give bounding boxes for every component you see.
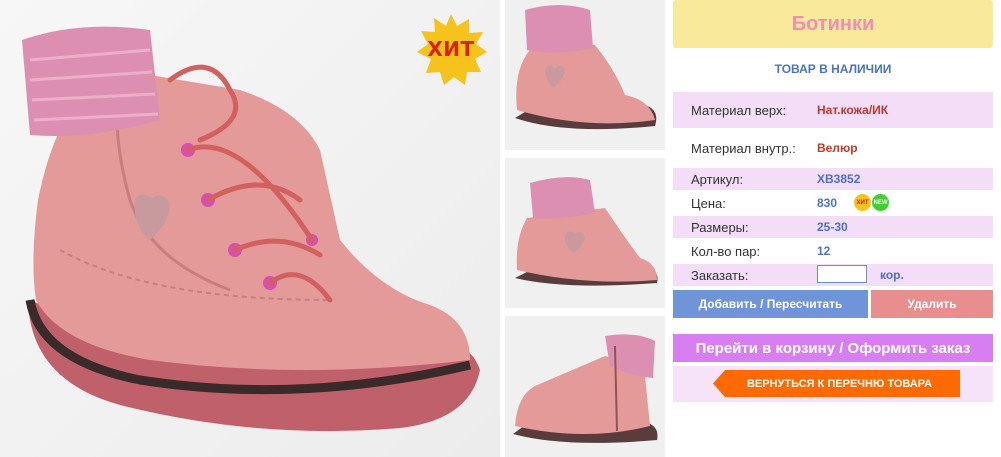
hit-badge-label: ХИТ [427, 37, 475, 61]
add-recalculate-button[interactable]: Добавить / Пересчитать [673, 290, 868, 318]
order-label: Заказать: [691, 268, 749, 283]
pairs-value: 12 [817, 244, 831, 258]
new-mini-badge: NEW [872, 194, 889, 211]
hit-mini-badge: ХИТ [854, 194, 871, 211]
material-top-value: Нат.кожа/ИК [817, 103, 889, 117]
material-top-label: Материал верх: [691, 103, 787, 118]
delete-button[interactable]: Удалить [871, 290, 993, 318]
hit-badge: ХИТ [414, 12, 488, 86]
article-row: Артикул: ХВ3852 [673, 168, 993, 190]
back-to-list-button[interactable]: ВЕРНУТЬСЯ К ПЕРЕЧНЮ ТОВАРА [713, 370, 960, 397]
thumbnail-1[interactable] [505, 0, 665, 150]
thumbnail-2[interactable] [505, 158, 665, 308]
back-to-list-label: ВЕРНУТЬСЯ К ПЕРЕЧНЮ ТОВАРА [746, 377, 933, 390]
material-inner-value: Велюр [817, 141, 858, 155]
sizes-label: Размеры: [691, 220, 749, 235]
order-unit: кор. [880, 268, 904, 282]
pairs-row: Кол-во пар: 12 [673, 240, 993, 262]
thumbnail-boot-illustration [515, 177, 658, 286]
sizes-row: Размеры: 25-30 [673, 216, 993, 238]
pairs-label: Кол-во пар: [691, 244, 761, 259]
order-quantity-input[interactable] [817, 265, 867, 283]
thumbnail-3[interactable] [505, 316, 665, 457]
article-value: ХВ3852 [817, 172, 861, 186]
go-to-cart-button[interactable]: Перейти в корзину / Оформить заказ [673, 334, 993, 362]
back-button-area: ВЕРНУТЬСЯ К ПЕРЕЧНЮ ТОВАРА [673, 366, 993, 402]
thumbnail-boot-illustration [515, 5, 657, 130]
availability-status: ТОВАР В НАЛИЧИИ [774, 62, 892, 76]
price-row: Цена: 830 ХИТ NEW [673, 192, 993, 214]
material-inner-row: Материал внутр.: Велюр [673, 130, 993, 166]
material-inner-label: Материал внутр.: [691, 141, 796, 156]
sizes-value: 25-30 [817, 220, 848, 234]
material-top-row: Материал верх: Нат.кожа/ИК [673, 92, 993, 128]
order-row: Заказать: кор. [673, 264, 993, 286]
thumbnail-boot-illustration [513, 334, 658, 443]
article-label: Артикул: [691, 172, 744, 187]
price-value: 830 [817, 196, 838, 210]
price-label: Цена: [691, 196, 726, 211]
product-title: Ботинки [673, 0, 993, 48]
